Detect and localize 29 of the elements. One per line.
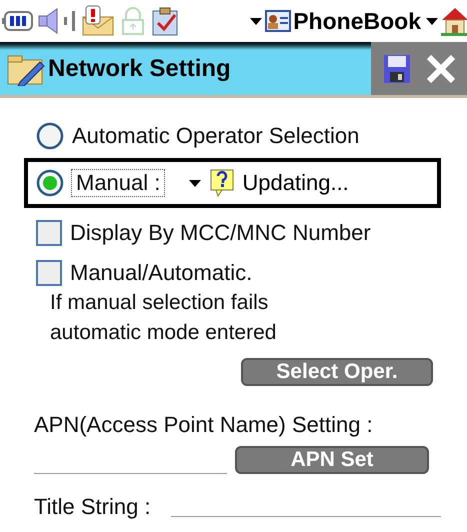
contact-card-icon[interactable]: [265, 9, 292, 33]
speaker-icon[interactable]: [37, 7, 77, 35]
apn-label: APN(Access Point Name) Setting :: [34, 412, 374, 438]
app-menu-label[interactable]: PhoneBook: [293, 8, 421, 34]
checkbox-label[interactable]: Display By MCC/MNC Number: [70, 218, 371, 248]
note-text: If manual selection fails: [50, 290, 270, 316]
caret-icon[interactable]: [425, 16, 439, 26]
checkbox[interactable]: [36, 220, 62, 246]
house-icon[interactable]: [441, 6, 467, 36]
caret-icon[interactable]: [188, 178, 202, 188]
caret-icon[interactable]: [249, 16, 264, 26]
radio-button[interactable]: [36, 122, 64, 150]
battery-icon[interactable]: [2, 9, 34, 33]
question-icon: [210, 169, 234, 197]
close-icon[interactable]: [426, 54, 456, 84]
select-operator-button[interactable]: Select Oper.: [241, 358, 433, 386]
status-text: Updating...: [242, 170, 349, 196]
checkbox[interactable]: [36, 260, 62, 286]
note-text: automatic mode entered: [50, 320, 276, 346]
envelope-alert-icon[interactable]: [80, 5, 116, 37]
apn-set-button[interactable]: APN Set: [235, 446, 429, 474]
clipboard-check-icon[interactable]: [150, 6, 180, 36]
radio-label[interactable]: Automatic Operator Selection: [72, 123, 360, 149]
title-string-label: Title String :: [34, 494, 151, 520]
window-title: Network Setting: [48, 54, 231, 82]
radio-button[interactable]: [36, 169, 64, 197]
save-icon[interactable]: [382, 54, 410, 84]
radio-label[interactable]: Manual :: [72, 170, 164, 196]
checkbox-label[interactable]: Manual/Automatic.: [70, 258, 276, 288]
